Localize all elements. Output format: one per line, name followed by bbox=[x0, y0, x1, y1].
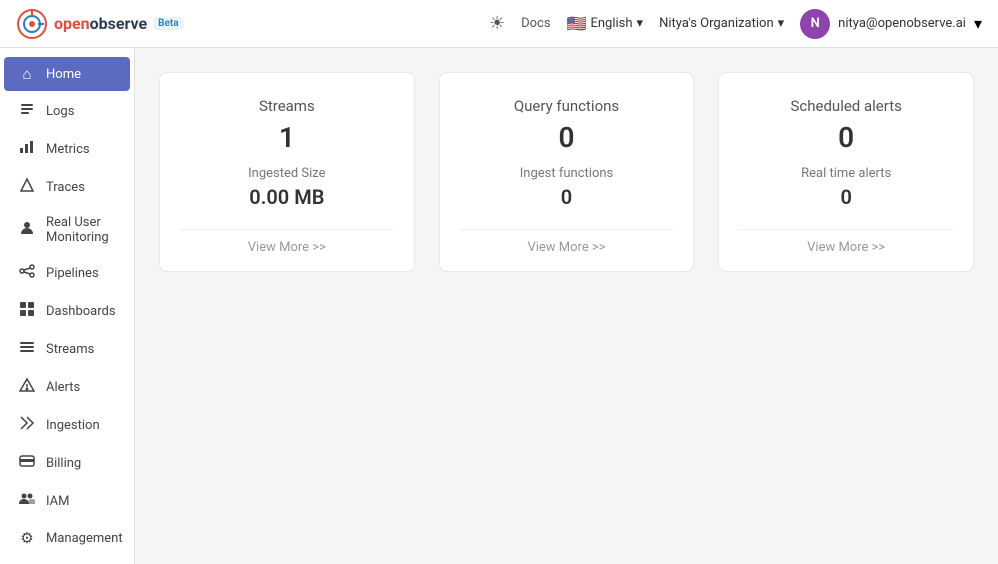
sidebar-item-logs[interactable]: Logs bbox=[4, 93, 130, 129]
ingestion-icon bbox=[18, 415, 36, 435]
sidebar-item-streams[interactable]: Streams bbox=[4, 331, 130, 367]
billing-icon bbox=[18, 453, 36, 473]
sidebar-item-label: Management bbox=[46, 531, 123, 546]
management-icon: ⚙ bbox=[18, 529, 36, 547]
alerts-card: Scheduled alerts 0 Real time alerts 0 Vi… bbox=[718, 72, 974, 272]
rum-icon bbox=[18, 220, 36, 240]
sidebar-item-label: Metrics bbox=[46, 142, 90, 157]
theme-toggle[interactable]: ☀ bbox=[489, 13, 505, 34]
sidebar-item-label: Streams bbox=[46, 342, 94, 357]
sidebar-item-metrics[interactable]: Metrics bbox=[4, 131, 130, 167]
sidebar-item-label: Logs bbox=[46, 104, 74, 119]
sidebar-item-label: IAM bbox=[46, 494, 69, 509]
alerts-card-title: Scheduled alerts bbox=[791, 97, 902, 115]
sidebar-item-iam[interactable]: IAM bbox=[4, 483, 130, 519]
main-content: Streams 1 Ingested Size 0.00 MB View Mor… bbox=[135, 48, 998, 564]
logo-icon bbox=[16, 8, 48, 40]
avatar: N bbox=[800, 9, 830, 39]
logs-icon bbox=[18, 101, 36, 121]
chevron-icon: ▾ bbox=[637, 16, 644, 31]
user-chevron-icon: ▾ bbox=[974, 14, 982, 33]
org-chevron-icon: ▾ bbox=[778, 16, 785, 31]
sidebar-item-label: Billing bbox=[46, 456, 81, 471]
main-layout: ⌂ Home Logs Metrics Traces Real User M bbox=[0, 48, 998, 564]
app-header: openobserve Beta ☀ Docs 🇺🇸 English ▾ Nit… bbox=[0, 0, 998, 48]
qf-view-more[interactable]: View More >> bbox=[460, 229, 674, 255]
streams-card-value: 1 bbox=[279, 121, 295, 154]
dashboards-icon bbox=[18, 301, 36, 321]
iam-icon bbox=[18, 491, 36, 511]
qf-card-value: 0 bbox=[559, 121, 575, 154]
qf-card-subtitle-value: 0 bbox=[561, 185, 572, 209]
sidebar-item-home[interactable]: ⌂ Home bbox=[4, 57, 130, 91]
streams-view-more[interactable]: View More >> bbox=[180, 229, 394, 255]
alerts-view-more[interactable]: View More >> bbox=[739, 229, 953, 255]
query-functions-card: Query functions 0 Ingest functions 0 Vie… bbox=[439, 72, 695, 272]
flag-icon: 🇺🇸 bbox=[567, 14, 587, 33]
user-menu[interactable]: N nitya@openobserve.ai ▾ bbox=[800, 9, 982, 39]
header-right: ☀ Docs 🇺🇸 English ▾ Nitya's Organization… bbox=[489, 9, 982, 39]
streams-card-subtitle: Ingested Size bbox=[248, 166, 325, 181]
sidebar-item-label: Pipelines bbox=[46, 266, 99, 281]
sidebar-item-label: Ingestion bbox=[46, 418, 100, 433]
logo-area: openobserve Beta bbox=[16, 8, 184, 40]
pipelines-icon bbox=[18, 263, 36, 283]
streams-card-title: Streams bbox=[259, 97, 315, 115]
sidebar-item-alerts[interactable]: Alerts bbox=[4, 369, 130, 405]
logo-text: openobserve bbox=[54, 14, 147, 33]
sidebar-item-ingestion[interactable]: Ingestion bbox=[4, 407, 130, 443]
sidebar-item-management[interactable]: ⚙ Management bbox=[4, 521, 130, 555]
sidebar: ⌂ Home Logs Metrics Traces Real User M bbox=[0, 48, 135, 564]
alerts-card-value: 0 bbox=[838, 121, 854, 154]
docs-link[interactable]: Docs bbox=[521, 16, 550, 31]
alerts-card-subtitle-value: 0 bbox=[840, 185, 851, 209]
sidebar-item-label: Dashboards bbox=[46, 304, 116, 319]
sidebar-item-label: Home bbox=[46, 67, 81, 82]
beta-badge: Beta bbox=[153, 17, 183, 30]
sidebar-item-dashboards[interactable]: Dashboards bbox=[4, 293, 130, 329]
sidebar-item-rum[interactable]: Real User Monitoring bbox=[4, 207, 130, 253]
org-selector[interactable]: Nitya's Organization ▾ bbox=[659, 16, 784, 31]
streams-card-subtitle-value: 0.00 MB bbox=[249, 185, 324, 209]
language-selector[interactable]: 🇺🇸 English ▾ bbox=[567, 14, 644, 33]
cards-row: Streams 1 Ingested Size 0.00 MB View Mor… bbox=[159, 72, 974, 272]
sidebar-item-slack[interactable]: Slack bbox=[4, 557, 130, 564]
alerts-icon bbox=[18, 377, 36, 397]
sidebar-item-label: Real User Monitoring bbox=[46, 215, 116, 245]
traces-icon bbox=[18, 177, 36, 197]
qf-card-title: Query functions bbox=[514, 97, 619, 115]
sidebar-item-billing[interactable]: Billing bbox=[4, 445, 130, 481]
sidebar-item-pipelines[interactable]: Pipelines bbox=[4, 255, 130, 291]
sidebar-item-label: Alerts bbox=[46, 380, 80, 395]
qf-card-subtitle: Ingest functions bbox=[520, 166, 613, 181]
sidebar-item-label: Traces bbox=[46, 180, 85, 195]
alerts-card-subtitle: Real time alerts bbox=[801, 166, 891, 181]
sidebar-item-traces[interactable]: Traces bbox=[4, 169, 130, 205]
streams-icon bbox=[18, 339, 36, 359]
home-icon: ⌂ bbox=[18, 65, 36, 83]
streams-card: Streams 1 Ingested Size 0.00 MB View Mor… bbox=[159, 72, 415, 272]
metrics-icon bbox=[18, 139, 36, 159]
